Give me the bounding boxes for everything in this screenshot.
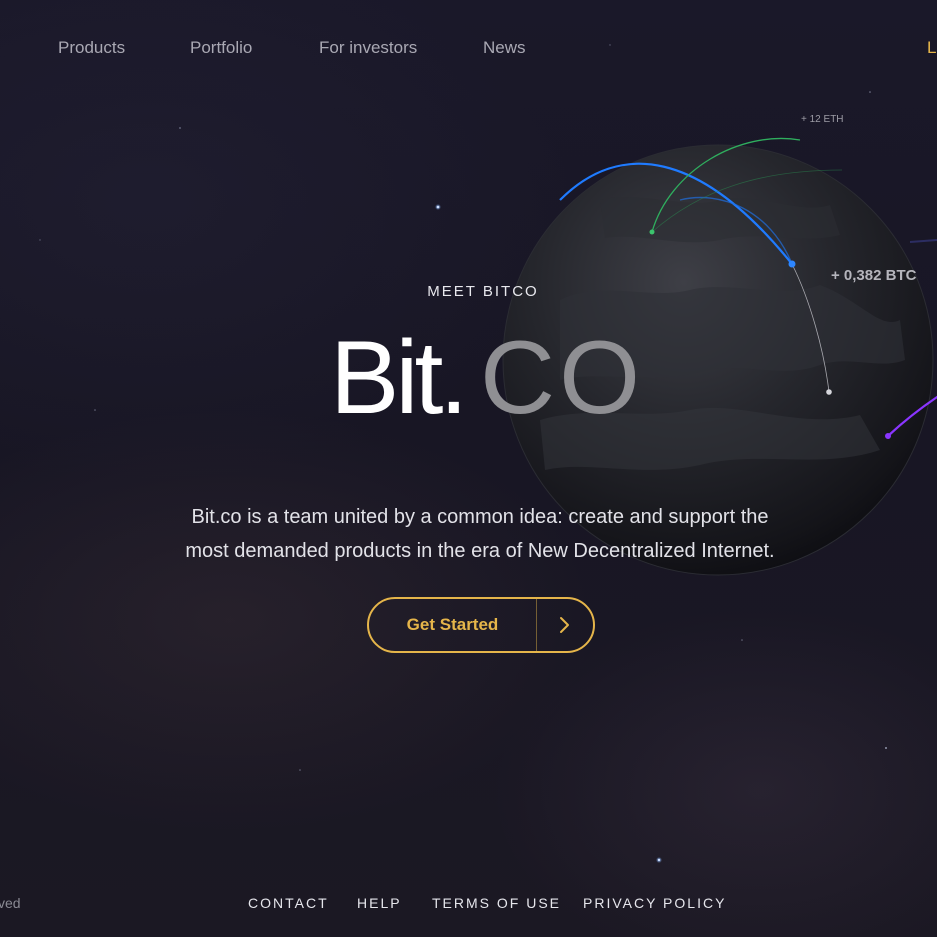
footer-link-help[interactable]: HELP	[357, 895, 402, 911]
eth-amount-label: + 12 ETH	[801, 114, 844, 125]
nav-news[interactable]: News	[483, 38, 526, 58]
chevron-right-icon	[537, 599, 595, 651]
nav-portfolio[interactable]: Portfolio	[190, 38, 252, 58]
footer-links: CONTACT HELP TERMS OF USE PRIVACY POLICY	[0, 895, 937, 917]
btc-amount-label: + 0,382 BTC	[831, 267, 917, 284]
logo-suffix-text: CO	[480, 320, 644, 436]
footer-link-contact[interactable]: CONTACT	[248, 895, 329, 911]
footer-link-terms[interactable]: TERMS OF USE	[432, 895, 561, 911]
get-started-label: Get Started	[406, 615, 499, 634]
nav-products[interactable]: Products	[58, 38, 125, 58]
footer-link-privacy[interactable]: PRIVACY POLICY	[583, 895, 726, 911]
nav-for-investors[interactable]: For investors	[319, 38, 417, 58]
get-started-button[interactable]: Get Started	[367, 597, 595, 653]
hero-eyebrow: MEET BITCO	[427, 283, 539, 300]
hero-background	[39, 44, 937, 863]
logo-main-text: Bit.	[330, 320, 468, 436]
hero-tagline: Bit.co is a team united by a common idea…	[140, 500, 820, 568]
tagline-line-2: most demanded products in the era of New…	[185, 540, 775, 562]
tagline-line-1: Bit.co is a team united by a common idea…	[191, 506, 769, 528]
page: Products Portfolio For investors News L …	[0, 0, 937, 937]
nav-item-cut-off[interactable]: L	[927, 38, 936, 58]
